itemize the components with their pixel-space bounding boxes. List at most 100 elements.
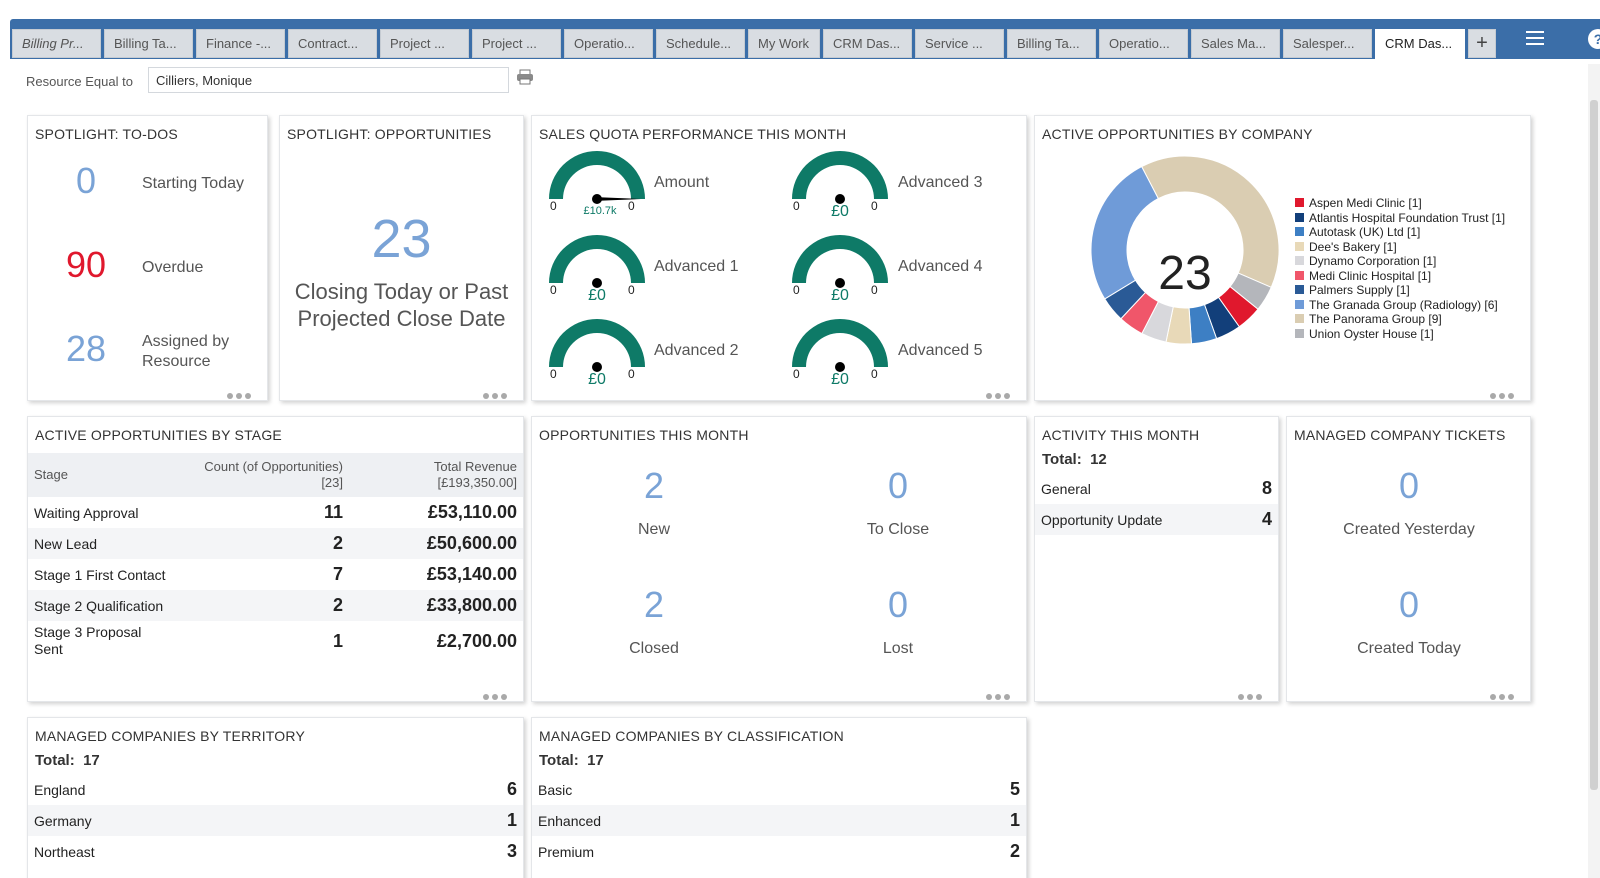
printer-icon[interactable] [516, 69, 534, 85]
hamburger-menu-icon[interactable] [1526, 31, 1544, 47]
widget-title: SALES QUOTA PERFORMANCE THIS MONTH [539, 126, 847, 142]
closed-count[interactable]: 2 [554, 584, 754, 626]
gauge-value: £0 [588, 371, 606, 388]
resource-filter-input[interactable] [148, 67, 509, 93]
widget-menu-icon[interactable] [1238, 687, 1268, 700]
table-row[interactable]: Stage 2 Qualification 2 £33,800.00 [28, 590, 523, 621]
tab-schedule[interactable]: Schedule... [656, 29, 745, 58]
list-item[interactable]: England 6 [28, 774, 523, 805]
widget-title: ACTIVE OPPORTUNITIES BY STAGE [35, 427, 282, 443]
tab-service[interactable]: Service ... [915, 29, 1004, 58]
tab-operatio-1[interactable]: Operatio... [564, 29, 653, 58]
table-header: Stage Count (of Opportunities) [23] Total… [28, 453, 523, 497]
column-header-stage[interactable]: Stage [34, 467, 68, 482]
widget-menu-icon[interactable] [483, 687, 513, 700]
gauge-label-advanced-3: Advanced 3 [898, 174, 983, 191]
widget-menu-icon[interactable] [227, 386, 257, 399]
tab-crm-das-active[interactable]: CRM Das... [1375, 29, 1465, 59]
gauge-advanced-3[interactable]: 0 0 £0 [785, 149, 895, 231]
gauge-advanced-4[interactable]: 0 0 £0 [785, 233, 895, 315]
widget-menu-icon[interactable] [1490, 386, 1520, 399]
legend-item[interactable]: Atlantis Hospital Foundation Trust [1] [1295, 211, 1505, 226]
tab-project-1[interactable]: Project ... [380, 29, 469, 58]
tab-billing-ta-2[interactable]: Billing Ta... [1007, 29, 1096, 58]
gauge-label-advanced-2: Advanced 2 [654, 342, 739, 359]
new-count[interactable]: 2 [554, 465, 754, 507]
legend-item[interactable]: Palmers Supply [1] [1295, 283, 1505, 298]
gauge-value: £0 [831, 371, 849, 388]
gauge-value: £0 [831, 287, 849, 304]
legend-item[interactable]: Autotask (UK) Ltd [1] [1295, 225, 1505, 240]
tab-my-work[interactable]: My Work [748, 29, 820, 58]
lost-count[interactable]: 0 [798, 584, 998, 626]
gauge-advanced-1[interactable]: 0 0 £0 [542, 233, 652, 315]
widget-opportunities-this-month: OPPORTUNITIES THIS MONTH 2 New 0 To Clos… [531, 416, 1027, 702]
help-icon[interactable]: ? [1588, 29, 1600, 49]
widget-spotlight-todos: SPOTLIGHT: TO-DOS 0 Starting Today 90 Ov… [27, 115, 268, 401]
table-row[interactable]: Waiting Approval 11 £53,110.00 [28, 497, 523, 528]
assigned-count[interactable]: 28 [58, 328, 114, 370]
tab-project-2[interactable]: Project ... [472, 29, 561, 58]
tab-billing-pr[interactable]: Billing Pr... [12, 29, 101, 58]
table-row[interactable]: New Lead 2 £50,600.00 [28, 528, 523, 559]
donut-total: 23 [1158, 247, 1212, 300]
legend-item[interactable]: Union Oyster House [1] [1295, 327, 1505, 342]
widget-sales-quota: SALES QUOTA PERFORMANCE THIS MONTH 0 0 £… [531, 115, 1027, 401]
widget-title: SPOTLIGHT: OPPORTUNITIES [287, 126, 492, 142]
legend-item[interactable]: Aspen Medi Clinic [1] [1295, 196, 1505, 211]
starting-today-count[interactable]: 0 [58, 160, 114, 202]
list-item[interactable]: General 8 [1035, 473, 1278, 504]
legend-item[interactable]: The Panorama Group [9] [1295, 312, 1505, 327]
list-item[interactable]: Opportunity Update 4 [1035, 504, 1278, 535]
tab-finance[interactable]: Finance -... [196, 29, 285, 58]
scrollbar-thumb[interactable] [1590, 100, 1598, 790]
legend-item[interactable]: Medi Clinic Hospital [1] [1295, 269, 1505, 284]
overdue-label: Overdue [142, 259, 204, 276]
created-yesterday-count[interactable]: 0 [1309, 465, 1509, 507]
widget-title: MANAGED COMPANIES BY CLASSIFICATION [539, 728, 844, 744]
legend-item[interactable]: Dee's Bakery [1] [1295, 240, 1505, 255]
tab-sales-ma[interactable]: Sales Ma... [1191, 29, 1280, 58]
to-close-label: To Close [866, 521, 930, 538]
tab-crm-das-1[interactable]: CRM Das... [823, 29, 912, 58]
column-header-revenue[interactable]: Total Revenue [£193,350.00] [434, 459, 517, 491]
column-header-count[interactable]: Count (of Opportunities) [23] [204, 459, 343, 491]
opportunities-closing-count[interactable]: 23 [280, 208, 523, 270]
list-item[interactable]: Northeast 3 [28, 836, 523, 867]
tab-contract[interactable]: Contract... [288, 29, 377, 58]
gauge-advanced-2[interactable]: 0 0 £0 [542, 317, 652, 399]
vertical-scrollbar[interactable] [1588, 64, 1600, 878]
tab-operatio-2[interactable]: Operatio... [1099, 29, 1188, 58]
dashboard-root: Billing Pr... Billing Ta... Finance -...… [0, 0, 1600, 878]
to-close-count[interactable]: 0 [798, 465, 998, 507]
legend-item[interactable]: Dynamo Corporation [1] [1295, 254, 1505, 269]
gauge-label-amount: Amount [654, 174, 710, 191]
gauge-amount[interactable]: 0 0 £10.7k [542, 149, 652, 231]
gauge-label-advanced-1: Advanced 1 [654, 258, 739, 275]
widget-companies-by-territory: MANAGED COMPANIES BY TERRITORY Total: 17… [27, 717, 524, 878]
widget-menu-icon[interactable] [1490, 687, 1520, 700]
widget-title: SPOTLIGHT: TO-DOS [35, 126, 178, 142]
widget-title: MANAGED COMPANIES BY TERRITORY [35, 728, 305, 744]
table-row[interactable]: Stage 1 First Contact 7 £53,140.00 [28, 559, 523, 590]
gauge-advanced-5[interactable]: 0 0 £0 [785, 317, 895, 399]
widget-menu-icon[interactable] [986, 386, 1016, 399]
tab-salesper[interactable]: Salesper... [1283, 29, 1372, 58]
list-item[interactable]: Premium 2 [532, 836, 1026, 867]
list-item[interactable]: Basic 5 [532, 774, 1026, 805]
gauge-value: £0 [831, 203, 849, 220]
legend-item[interactable]: The Granada Group (Radiology) [6] [1295, 298, 1505, 313]
widget-opportunities-by-company: ACTIVE OPPORTUNITIES BY COMPANY 23 Aspen… [1034, 115, 1531, 401]
widget-menu-icon[interactable] [483, 386, 513, 399]
table-row[interactable]: Stage 3 Proposal Sent 1 £2,700.00 [28, 621, 523, 663]
list-item[interactable]: Germany 1 [28, 805, 523, 836]
assigned-label: Assigned by Resource [142, 333, 230, 370]
created-today-count[interactable]: 0 [1309, 584, 1509, 626]
widget-menu-icon[interactable] [986, 687, 1016, 700]
gauge-label-advanced-4: Advanced 4 [898, 258, 983, 275]
list-item[interactable]: Enhanced 1 [532, 805, 1026, 836]
overdue-count[interactable]: 90 [58, 244, 114, 286]
closed-label: Closed [629, 640, 679, 657]
add-tab-button[interactable]: + [1468, 29, 1496, 58]
tab-billing-ta[interactable]: Billing Ta... [104, 29, 193, 58]
